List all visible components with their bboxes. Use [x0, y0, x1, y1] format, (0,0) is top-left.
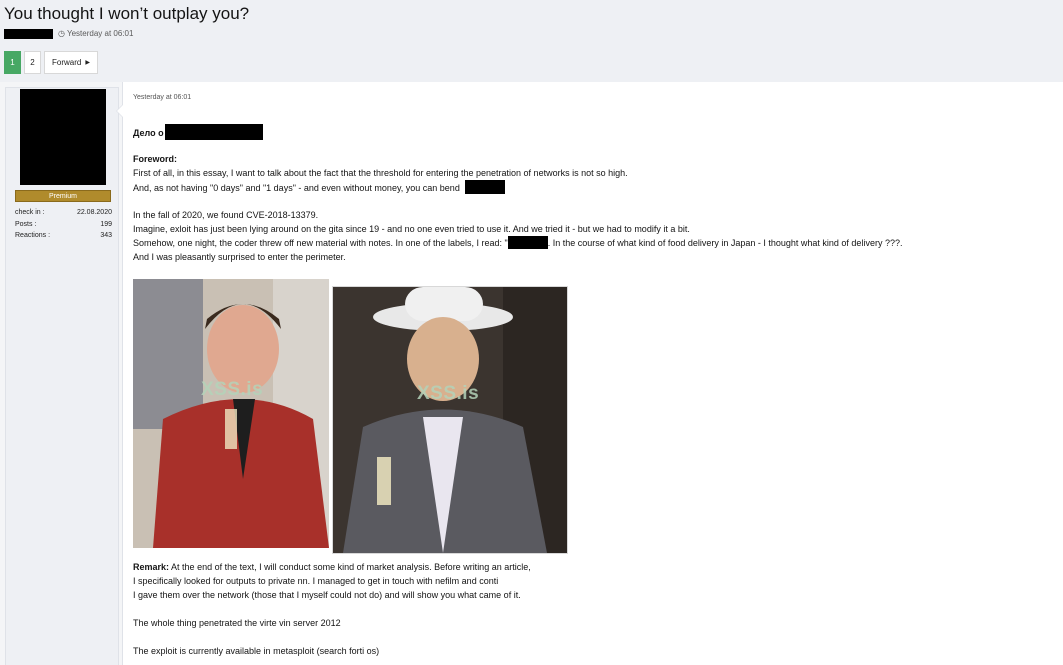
paragraph-text: And, as not having "0 days" and "1 days"…: [133, 183, 460, 193]
stat-value: 199: [100, 220, 112, 228]
photo-left-drawing: [133, 279, 329, 548]
paragraph-line: Imagine, exloit has just been lying arou…: [133, 224, 690, 234]
post-arrow-inner: [117, 105, 123, 117]
paragraph-line: And I was pleasantly surprised to enter …: [133, 252, 346, 262]
thread-title: You thought I won’t outplay you?: [4, 4, 250, 23]
stat-label: Reactions :: [15, 232, 51, 239]
paragraph-line: In the fall of 2020, we found CVE-2018-1…: [133, 210, 319, 220]
watermark: XSS.is: [417, 383, 480, 404]
foreword-label: Foreword:: [133, 152, 177, 166]
photo-left[interactable]: XSS.is: [133, 279, 329, 548]
page-button-2[interactable]: 2: [24, 51, 41, 74]
stat-row: check in : 22.08.2020: [15, 207, 112, 219]
remark-line: Remark: At the end of the text, I will c…: [133, 560, 531, 574]
user-sidebar: Premium check in : 22.08.2020 Posts : 19…: [5, 87, 119, 665]
pagination: 1 2 Forward ▶: [4, 51, 101, 74]
post-date[interactable]: Yesterday at 06:01: [133, 94, 191, 101]
remark-line: I gave them over the network (those that…: [133, 590, 521, 600]
paragraph-text: Somehow, one night, the coder threw off …: [133, 238, 508, 248]
foreword-label-text: Foreword:: [133, 154, 177, 164]
avatar[interactable]: [20, 89, 106, 185]
paragraph-text: . In the course of what kind of food del…: [547, 238, 903, 248]
stat-row: Posts : 199: [15, 219, 112, 231]
thread-timestamp[interactable]: Yesterday at 06:01: [67, 29, 133, 38]
author-redaction[interactable]: [4, 28, 53, 39]
user-banner: Premium: [15, 190, 111, 202]
post-heading-text: Дело о: [133, 128, 164, 138]
paragraph-line: The whole thing penetrated the virte vin…: [133, 618, 341, 628]
watermark: XSS.is: [201, 379, 264, 400]
stat-row: Reactions : 343: [15, 230, 112, 242]
stat-value: 22.08.2020: [76, 209, 112, 216]
paragraph-line: First of all, in this essay, I want to t…: [133, 168, 628, 178]
remark-line: I specifically looked for outputs to pri…: [133, 576, 499, 586]
caret-right-icon: ▶: [85, 60, 90, 66]
stat-value[interactable]: 343: [100, 230, 112, 242]
text-redaction: [507, 236, 548, 249]
paragraph-line: Somehow, one night, the coder threw off …: [133, 236, 902, 250]
photo-right-drawing: [333, 287, 567, 553]
forward-label: Forward: [52, 58, 82, 67]
text-redaction: [465, 180, 506, 194]
paragraph-line: The exploit is currently available in me…: [133, 646, 380, 656]
stat-label: Posts :: [15, 220, 37, 228]
page-button-1[interactable]: 1: [4, 51, 21, 74]
clock-icon: ◷: [58, 29, 65, 38]
post-heading: Дело о: [133, 124, 263, 140]
stat-label: check in :: [15, 209, 45, 216]
forward-button[interactable]: Forward ▶: [44, 51, 98, 74]
photo-right[interactable]: XSS.is: [332, 286, 568, 554]
thread-meta: ◷ Yesterday at 06:01: [4, 28, 133, 39]
user-stats: check in : 22.08.2020 Posts : 199 Reacti…: [15, 207, 112, 242]
paragraph-line: And, as not having "0 days" and "1 days"…: [133, 180, 506, 195]
remark-label: Remark:: [133, 562, 170, 572]
heading-redaction: [164, 124, 263, 140]
remark-text: At the end of the text, I will conduct s…: [171, 562, 531, 572]
